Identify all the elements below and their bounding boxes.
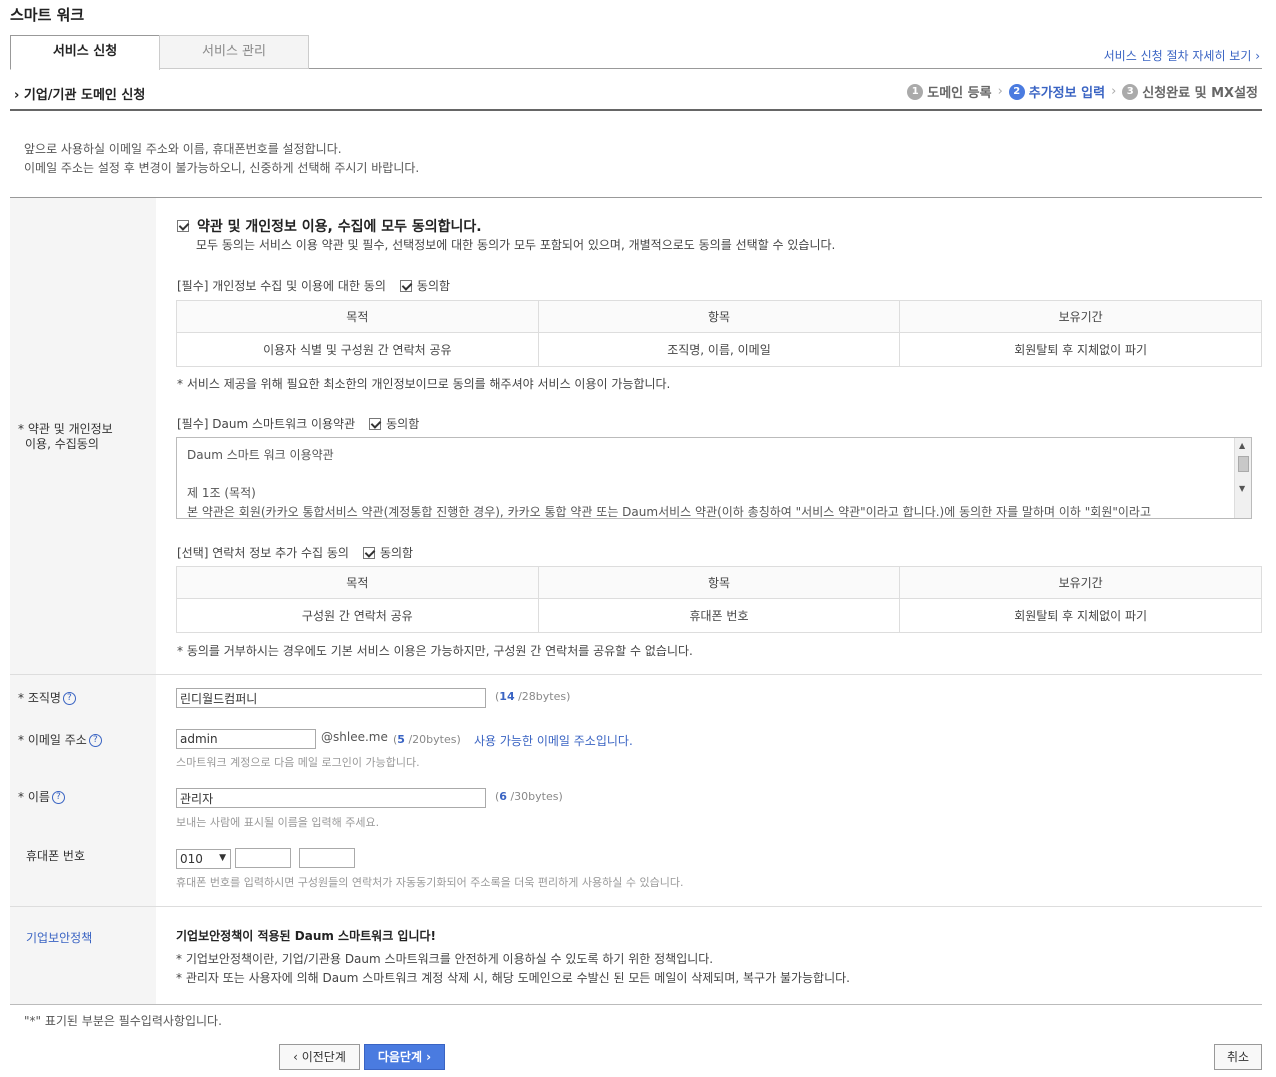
- agree-all: 약관 및 개인정보 이용, 수집에 모두 동의합니다.: [177, 216, 482, 236]
- email-available-message: 사용 가능한 이메일 주소입니다.: [474, 734, 633, 748]
- email-label: * 이메일 주소?: [18, 733, 102, 748]
- terms-agree-heading: [필수] Daum 스마트워크 이용약관 동의함: [177, 417, 420, 431]
- scroll-thumb[interactable]: [1238, 456, 1249, 472]
- privacy-note: * 서비스 제공을 위해 필요한 최소한의 개인정보이므로 동의를 해주셔야 서…: [177, 377, 671, 391]
- required-note: "*" 표기된 부분은 필수입력사항입니다.: [24, 1014, 222, 1028]
- privacy-agree-heading: [필수] 개인정보 수집 및 이용에 대한 동의 동의함: [177, 279, 451, 293]
- privacy-agree-checkbox[interactable]: [399, 279, 412, 292]
- agreement-label: * 약관 및 개인정보 이용, 수집동의: [18, 422, 113, 451]
- privacy-table: 목적 항목 보유기간 이용자 식별 및 구성원 간 연락처 공유 조직명, 이름…: [176, 300, 1262, 367]
- name-byte-counter: (6 /30bytes): [495, 790, 563, 803]
- phone-label: 휴대폰 번호: [26, 849, 86, 863]
- name-label: * 이름?: [18, 790, 65, 805]
- phone-last-input[interactable]: [299, 848, 355, 868]
- table-row: 구성원 간 연락처 공유 휴대폰 번호 회원탈퇴 후 지체없이 파기: [176, 598, 1262, 633]
- terms-scrollbar[interactable]: ▲ ▼: [1234, 438, 1251, 518]
- step-complete-mx: 3 신청완료 및 MX설정: [1122, 82, 1258, 101]
- phone-prefix-select[interactable]: 010 ▼: [176, 849, 231, 869]
- scroll-down-icon[interactable]: ▼: [1239, 484, 1245, 493]
- org-byte-counter: (14 /28bytes): [495, 690, 571, 703]
- step-indicator: 1 도메인 등록 › 2 추가정보 입력 › 3 신청완료 및 MX설정: [907, 82, 1258, 101]
- table-header: 목적: [176, 566, 539, 599]
- email-id-input[interactable]: [176, 729, 316, 749]
- table-header: 항목: [537, 300, 901, 333]
- step-number: 1: [907, 83, 924, 100]
- chevron-right-icon: ›: [1111, 84, 1117, 99]
- section-title: › 기업/기관 도메인 신청: [14, 88, 146, 103]
- phone-middle-input[interactable]: [235, 848, 291, 868]
- tab-service-apply[interactable]: 서비스 신청: [10, 35, 160, 70]
- step-additional-info: 2 추가정보 입력: [1008, 82, 1105, 101]
- help-icon[interactable]: ?: [62, 692, 76, 705]
- table-header: 목적: [176, 300, 539, 333]
- contact-agree-heading: [선택] 연락처 정보 추가 수집 동의 동의함: [177, 546, 414, 560]
- help-icon[interactable]: ?: [51, 791, 65, 804]
- table-row: 이용자 식별 및 구성원 간 연락처 공유 조직명, 이름, 이메일 회원탈퇴 …: [176, 332, 1262, 367]
- agree-all-description: 모두 동의는 서비스 이용 약관 및 필수, 선택정보에 대한 동의가 모두 포…: [196, 238, 836, 252]
- org-label: * 조직명?: [18, 691, 76, 706]
- policy-line-1: * 기업보안정책이란, 기업/기관용 Daum 스마트워크를 안전하게 이용하실…: [176, 952, 714, 966]
- section-header: › 기업/기관 도메인 신청 1 도메인 등록 › 2 추가정보 입력 › 3 신청완…: [10, 76, 1262, 111]
- step-domain-register: 1 도메인 등록: [907, 82, 992, 101]
- terms-textarea[interactable]: Daum 스마트 워크 이용약관 제 1조 (목적) 본 약관은 회원(카카오 …: [176, 437, 1252, 519]
- email-byte-counter: (5 /20bytes): [393, 733, 461, 746]
- tab-service-manage[interactable]: 서비스 관리: [159, 35, 309, 69]
- intro-text: 앞으로 사용하실 이메일 주소와 이름, 휴대폰번호를 설정합니다. 이메일 주…: [24, 142, 420, 175]
- contact-table: 목적 항목 보유기간 구성원 간 연락처 공유 휴대폰 번호 회원탈퇴 후 지체…: [176, 566, 1262, 633]
- tab-bar: 서비스 신청 서비스 관리 서비스 신청 절차 자세히 보기 ›: [10, 35, 1262, 70]
- policy-title: 기업보안정책이 적용된 Daum 스마트워크 입니다!: [176, 929, 437, 943]
- label-column: [10, 198, 156, 1004]
- org-name-input[interactable]: [176, 688, 486, 708]
- step-number: 3: [1122, 83, 1139, 100]
- name-input[interactable]: [176, 788, 486, 808]
- terms-text: Daum 스마트 워크 이용약관 제 1조 (목적) 본 약관은 회원(카카오 …: [187, 448, 1151, 519]
- table-header: 항목: [537, 566, 901, 599]
- process-detail-link[interactable]: 서비스 신청 절차 자세히 보기 ›: [1104, 47, 1260, 64]
- name-hint: 보내는 사람에 표시될 이름을 입력해 주세요.: [176, 816, 380, 829]
- row-divider: [10, 674, 1262, 675]
- step-number: 2: [1008, 83, 1025, 100]
- agree-all-checkbox[interactable]: [177, 220, 189, 232]
- policy-line-2: * 관리자 또는 사용자에 의해 Daum 스마트워크 계정 삭제 시, 해당 …: [176, 971, 850, 985]
- dropdown-arrow-icon: ▼: [219, 853, 226, 863]
- email-hint: 스마트워크 계정으로 다음 메일 로그인이 가능합니다.: [176, 756, 420, 769]
- application-form: * 약관 및 개인정보 이용, 수집동의 약관 및 개인정보 이용, 수집에 모…: [10, 197, 1262, 1005]
- contact-agree-checkbox[interactable]: [362, 546, 375, 559]
- cancel-button[interactable]: 취소: [1214, 1044, 1262, 1070]
- app-title: 스마트 워크: [10, 6, 85, 24]
- help-icon[interactable]: ?: [88, 734, 102, 747]
- terms-agree-checkbox[interactable]: [369, 417, 382, 430]
- scroll-up-icon[interactable]: ▲: [1239, 441, 1245, 450]
- next-step-button[interactable]: 다음단계 ›: [364, 1044, 445, 1070]
- prev-step-button[interactable]: ‹ 이전단계: [279, 1044, 360, 1070]
- row-divider: [10, 906, 1262, 907]
- table-header: 보유기간: [899, 300, 1262, 333]
- table-header: 보유기간: [899, 566, 1262, 599]
- email-domain-suffix: @shlee.me: [321, 730, 388, 744]
- contact-note: * 동의를 거부하시는 경우에도 기본 서비스 이용은 가능하지만, 구성원 간…: [177, 644, 693, 658]
- security-policy-link[interactable]: 기업보안정책: [26, 929, 92, 946]
- phone-hint: 휴대폰 번호를 입력하시면 구성원들의 연락처가 자동동기화되어 주소록을 더욱…: [176, 876, 684, 889]
- chevron-right-icon: ›: [997, 84, 1003, 99]
